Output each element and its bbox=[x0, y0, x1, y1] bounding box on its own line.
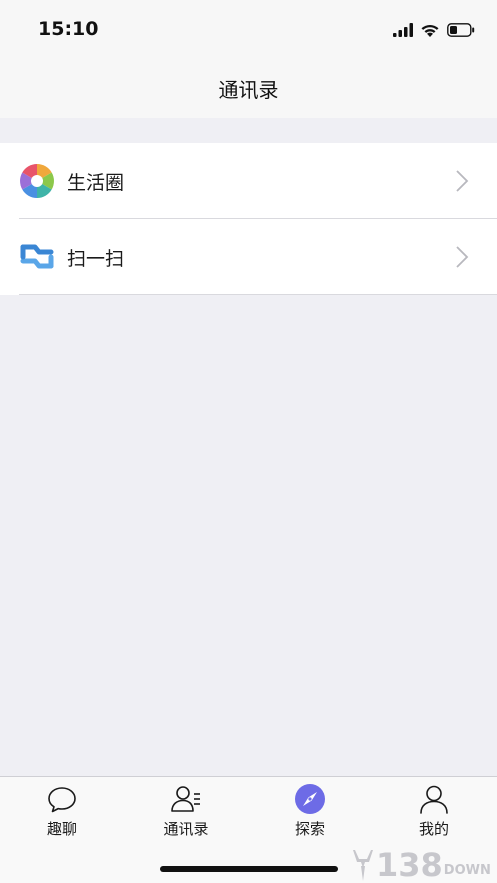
chevron-right-icon bbox=[456, 246, 469, 268]
status-bar: 15:10 bbox=[0, 0, 497, 58]
nav-bar: 通讯录 bbox=[0, 58, 497, 118]
chat-bubble-icon bbox=[48, 787, 76, 813]
scan-icon bbox=[20, 244, 54, 269]
status-time: 15:10 bbox=[38, 18, 99, 40]
wifi-icon bbox=[421, 24, 439, 37]
list-item-life-circle[interactable]: 生活圈 bbox=[0, 143, 497, 219]
list-item-label: 生活圈 bbox=[67, 172, 125, 194]
tab-label: 我的 bbox=[418, 820, 449, 838]
compass-icon bbox=[295, 784, 325, 814]
aperture-icon bbox=[20, 164, 54, 198]
status-icons bbox=[393, 20, 475, 40]
page-title: 通讯录 bbox=[218, 77, 279, 102]
tab-label: 通讯录 bbox=[163, 820, 209, 838]
signal-icon bbox=[393, 23, 413, 37]
divider bbox=[19, 294, 497, 295]
watermark-text: DOWN bbox=[443, 863, 491, 878]
tab-profile[interactable]: 我的 bbox=[372, 783, 496, 843]
battery-icon bbox=[447, 23, 475, 37]
home-indicator bbox=[160, 866, 338, 872]
tab-chat[interactable]: 趣聊 bbox=[0, 783, 124, 843]
list-item-scan[interactable]: 扫一扫 bbox=[0, 219, 497, 295]
tab-label: 探索 bbox=[294, 820, 325, 838]
profile-icon bbox=[420, 785, 448, 814]
watermark-number: 138 bbox=[376, 846, 443, 883]
antler-logo-icon bbox=[353, 850, 373, 881]
menu-list: 生活圈 扫一扫 bbox=[0, 143, 497, 295]
list-item-label: 扫一扫 bbox=[67, 248, 125, 270]
watermark-logo: 138 DOWN bbox=[350, 846, 491, 882]
tab-contacts[interactable]: 通讯录 bbox=[124, 783, 248, 843]
chevron-right-icon bbox=[456, 170, 469, 192]
tab-explore[interactable]: 探索 bbox=[248, 783, 372, 843]
tab-label: 趣聊 bbox=[46, 820, 77, 838]
contacts-icon bbox=[171, 786, 200, 812]
